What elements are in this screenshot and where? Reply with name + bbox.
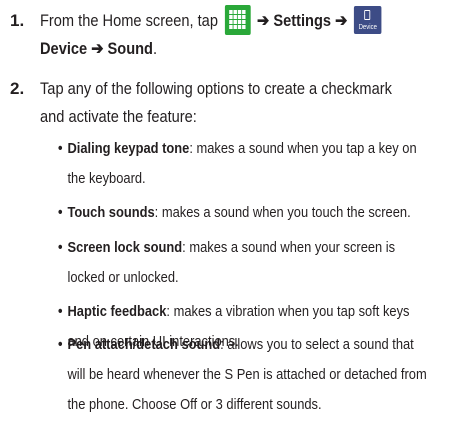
option-desc: : makes a sound when you tap a key on xyxy=(189,140,417,157)
instruction-document: 1. From the Home screen, tap ➔ Settings … xyxy=(0,0,474,425)
device-icon-caption: Device xyxy=(358,23,377,31)
device-icon: Device xyxy=(354,5,382,34)
bullet-dot: • xyxy=(58,336,63,353)
option-line-1: Pen attach/detach sound: allows you to s… xyxy=(58,330,471,360)
step-number: 1. xyxy=(10,11,25,30)
step-2-line-2: and activate the feature: xyxy=(40,107,197,126)
option-pen-attach-detach-sound: • Pen attach/detach sound: allows you to… xyxy=(58,330,471,420)
bullet-dot: • xyxy=(58,140,63,157)
step-1-line-1: From the Home screen, tap ➔ Settings ➔ D… xyxy=(40,4,461,37)
step-number: 2. xyxy=(10,79,25,98)
phone-glyph xyxy=(364,9,371,20)
option-dialing-keypad-tone: • Dialing keypad tone: makes a sound whe… xyxy=(58,134,471,194)
apps-grid-icon xyxy=(224,4,251,35)
step-2-line-1: Tap any of the following options to crea… xyxy=(40,79,392,98)
period: . xyxy=(152,39,158,58)
option-term: Touch sounds xyxy=(67,204,155,221)
bullet-dot: • xyxy=(58,303,63,320)
option-desc: : makes a vibration when you tap soft ke… xyxy=(166,303,410,320)
option-line-2: the keyboard. xyxy=(67,170,146,187)
option-line-1: Haptic feedback: makes a vibration when … xyxy=(58,297,471,327)
device-sound-path: Device ➔ Sound xyxy=(40,39,153,58)
step-1-line-2: Device ➔ Sound. xyxy=(40,34,461,64)
option-desc: : makes a sound when your screen is xyxy=(182,239,396,256)
option-desc: : makes a sound when you touch the scree… xyxy=(154,204,411,221)
option-line-1: Screen lock sound: makes a sound when yo… xyxy=(58,233,471,263)
option-desc: : allows you to select a sound that xyxy=(220,336,414,353)
option-line-2: locked or unlocked. xyxy=(67,269,179,286)
option-line-1: Dialing keypad tone: makes a sound when … xyxy=(58,134,471,164)
option-term: Pen attach/detach sound xyxy=(67,336,221,353)
option-screen-lock-sound: • Screen lock sound: makes a sound when … xyxy=(58,233,471,293)
option-line-1: Touch sounds: makes a sound when you tou… xyxy=(58,198,471,228)
bullet-dot: • xyxy=(58,204,63,221)
option-line-3: the phone. Choose Off or 3 different sou… xyxy=(67,396,322,413)
arrow: ➔ xyxy=(252,11,274,30)
bullet-dot: • xyxy=(58,239,63,256)
step-1-text: From the Home screen, tap xyxy=(40,11,218,30)
option-term: Screen lock sound xyxy=(67,239,183,256)
option-term: Haptic feedback xyxy=(67,303,167,320)
arrow: ➔ xyxy=(331,11,352,30)
option-term: Dialing keypad tone xyxy=(67,140,190,157)
option-touch-sounds: • Touch sounds: makes a sound when you t… xyxy=(58,198,471,228)
settings-label: Settings xyxy=(273,11,332,30)
option-line-2: will be heard whenever the S Pen is atta… xyxy=(67,366,427,383)
